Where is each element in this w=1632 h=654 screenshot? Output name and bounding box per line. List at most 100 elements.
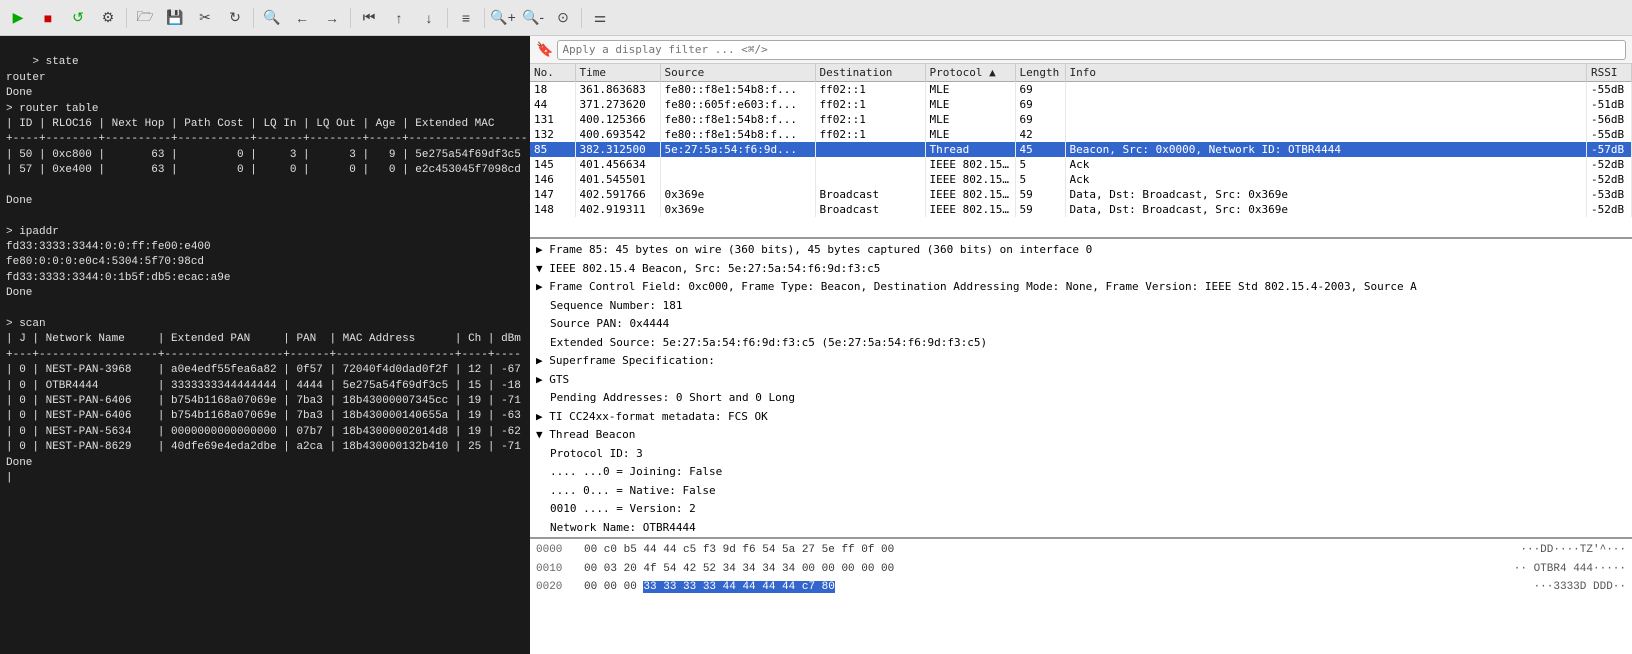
reload-button[interactable]: ↻ <box>221 4 249 32</box>
table-row[interactable]: 44371.273620fe80::605f:e603:f...ff02::1M… <box>530 97 1632 112</box>
detail-line[interactable]: .... 0... = Native: False <box>530 482 1632 501</box>
zoom-reset-button[interactable]: ⊙ <box>549 4 577 32</box>
hex-offset: 0010 <box>536 561 572 578</box>
close-file-button[interactable]: ✂ <box>191 4 219 32</box>
hex-dump-panel[interactable]: 0000 00 c0 b5 44 44 c5 f3 9d f6 54 5a 27 … <box>530 539 1632 654</box>
detail-line[interactable]: TI CC24xx-format metadata: FCS OK <box>530 408 1632 427</box>
hex-bytes: 00 00 00 33 33 33 33 44 44 44 44 c7 80 <box>584 579 1522 596</box>
col-header-rssi[interactable]: RSSI <box>1587 64 1632 82</box>
table-cell: 371.273620 <box>575 97 660 112</box>
table-cell: 146 <box>530 172 575 187</box>
packet-detail-panel[interactable]: Frame 85: 45 bytes on wire (360 bits), 4… <box>530 239 1632 539</box>
go-forward-button[interactable]: → <box>318 4 346 32</box>
table-row[interactable]: 148402.9193110x369eBroadcastIEEE 802.15.… <box>530 202 1632 217</box>
go-back-button[interactable]: ← <box>288 4 316 32</box>
colorize-button[interactable]: ≡ <box>452 4 480 32</box>
filter-input[interactable] <box>557 40 1626 60</box>
table-cell <box>660 157 815 172</box>
hex-row: 001000 03 20 4f 54 42 52 34 34 34 34 00 … <box>536 560 1626 579</box>
detail-line[interactable]: Source PAN: 0x4444 <box>530 315 1632 334</box>
table-cell: MLE <box>925 112 1015 127</box>
open-file-button[interactable]: 🗁 <box>131 4 159 32</box>
detail-line[interactable]: Thread Beacon <box>530 426 1632 445</box>
col-header-length[interactable]: Length <box>1015 64 1065 82</box>
options-button[interactable]: ⚙ <box>94 4 122 32</box>
hex-row: 0000 00 c0 b5 44 44 c5 f3 9d f6 54 5a 27 … <box>536 541 1626 560</box>
detail-line[interactable]: Sequence Number: 181 <box>530 297 1632 316</box>
table-cell: MLE <box>925 97 1015 112</box>
detail-line[interactable]: IEEE 802.15.4 Beacon, Src: 5e:27:5a:54:f… <box>530 260 1632 279</box>
table-cell <box>1065 112 1587 127</box>
table-cell <box>660 172 815 187</box>
detail-line[interactable]: GTS <box>530 371 1632 390</box>
detail-line[interactable]: Frame 85: 45 bytes on wire (360 bits), 4… <box>530 241 1632 260</box>
detail-line[interactable]: Network Name: OTBR4444 <box>530 519 1632 538</box>
table-cell: ff02::1 <box>815 97 925 112</box>
table-cell: Thread <box>925 142 1015 157</box>
col-header-info[interactable]: Info <box>1065 64 1587 82</box>
columns-button[interactable]: ⚌ <box>586 4 614 32</box>
table-cell: 85 <box>530 142 575 157</box>
table-cell: 69 <box>1015 97 1065 112</box>
find-button[interactable]: 🔍 <box>258 4 286 32</box>
table-cell: -53dB <box>1587 187 1632 202</box>
separator-1 <box>126 8 127 28</box>
detail-line[interactable]: Pending Addresses: 0 Short and 0 Long <box>530 389 1632 408</box>
table-row[interactable]: 146401.545501IEEE 802.15.45Ack-52dB <box>530 172 1632 187</box>
table-cell: fe80::f8e1:54b8:f... <box>660 82 815 98</box>
hex-offset: 0000 <box>536 542 572 559</box>
table-cell: -55dB <box>1587 127 1632 142</box>
col-header-destination[interactable]: Destination <box>815 64 925 82</box>
table-cell: 145 <box>530 157 575 172</box>
table-row[interactable]: 132400.693542fe80::f8e1:54b8:f...ff02::1… <box>530 127 1632 142</box>
restart-capture-button[interactable]: ↺ <box>64 4 92 32</box>
table-cell: Broadcast <box>815 187 925 202</box>
table-cell: Ack <box>1065 157 1587 172</box>
table-cell: -55dB <box>1587 82 1632 98</box>
table-cell: Beacon, Src: 0x0000, Network ID: OTBR444… <box>1065 142 1587 157</box>
hex-offset: 0020 <box>536 579 572 596</box>
hex-bytes: 00 c0 b5 44 44 c5 f3 9d f6 54 5a 27 5e f… <box>584 542 1508 559</box>
detail-line[interactable]: Frame Control Field: 0xc000, Frame Type:… <box>530 278 1632 297</box>
table-cell: 401.456634 <box>575 157 660 172</box>
packet-list[interactable]: No. Time Source Destination Protocol ▲ L… <box>530 64 1632 239</box>
detail-line[interactable]: Extended Source: 5e:27:5a:54:f6:9d:f3:c5… <box>530 334 1632 353</box>
table-row[interactable]: 131400.125366fe80::f8e1:54b8:f...ff02::1… <box>530 112 1632 127</box>
col-header-protocol[interactable]: Protocol ▲ <box>925 64 1015 82</box>
table-cell: 147 <box>530 187 575 202</box>
table-row[interactable]: 18361.863683fe80::f8e1:54b8:f...ff02::1M… <box>530 82 1632 98</box>
table-cell: -52dB <box>1587 172 1632 187</box>
table-cell: 5 <box>1015 157 1065 172</box>
col-header-time[interactable]: Time <box>575 64 660 82</box>
table-row[interactable]: 147402.5917660x369eBroadcastIEEE 802.15.… <box>530 187 1632 202</box>
table-cell: -52dB <box>1587 202 1632 217</box>
detail-line[interactable]: Superframe Specification: <box>530 352 1632 371</box>
main-area: > state router Done > router table | ID … <box>0 36 1632 654</box>
go-to-prev-button[interactable]: ↑ <box>385 4 413 32</box>
detail-line[interactable]: 0010 .... = Version: 2 <box>530 500 1632 519</box>
stop-capture-button[interactable]: ■ <box>34 4 62 32</box>
table-cell: fe80::f8e1:54b8:f... <box>660 112 815 127</box>
hex-highlight: 33 33 33 33 44 44 44 44 c7 80 <box>643 581 834 593</box>
separator-4 <box>447 8 448 28</box>
zoom-in-button[interactable]: 🔍+ <box>489 4 517 32</box>
table-row[interactable]: 85382.3125005e:27:5a:54:f6:9d...Thread45… <box>530 142 1632 157</box>
go-to-first-button[interactable]: ⏮ <box>355 4 383 32</box>
zoom-out-button[interactable]: 🔍- <box>519 4 547 32</box>
wireshark-panel: 🔖 No. Time Source Destination Protocol ▲… <box>530 36 1632 654</box>
col-header-source[interactable]: Source <box>660 64 815 82</box>
terminal-panel[interactable]: > state router Done > router table | ID … <box>0 36 530 654</box>
col-header-no[interactable]: No. <box>530 64 575 82</box>
table-cell <box>815 142 925 157</box>
detail-line[interactable]: .... ...0 = Joining: False <box>530 463 1632 482</box>
table-cell: 382.312500 <box>575 142 660 157</box>
go-to-next-button[interactable]: ↓ <box>415 4 443 32</box>
start-capture-button[interactable]: ▶ <box>4 4 32 32</box>
table-cell: -52dB <box>1587 157 1632 172</box>
table-cell: -57dB <box>1587 142 1632 157</box>
table-row[interactable]: 145401.456634IEEE 802.15.45Ack-52dB <box>530 157 1632 172</box>
table-cell: IEEE 802.15.4 <box>925 187 1015 202</box>
detail-line[interactable]: Protocol ID: 3 <box>530 445 1632 464</box>
table-cell: -56dB <box>1587 112 1632 127</box>
save-file-button[interactable]: 💾 <box>161 4 189 32</box>
